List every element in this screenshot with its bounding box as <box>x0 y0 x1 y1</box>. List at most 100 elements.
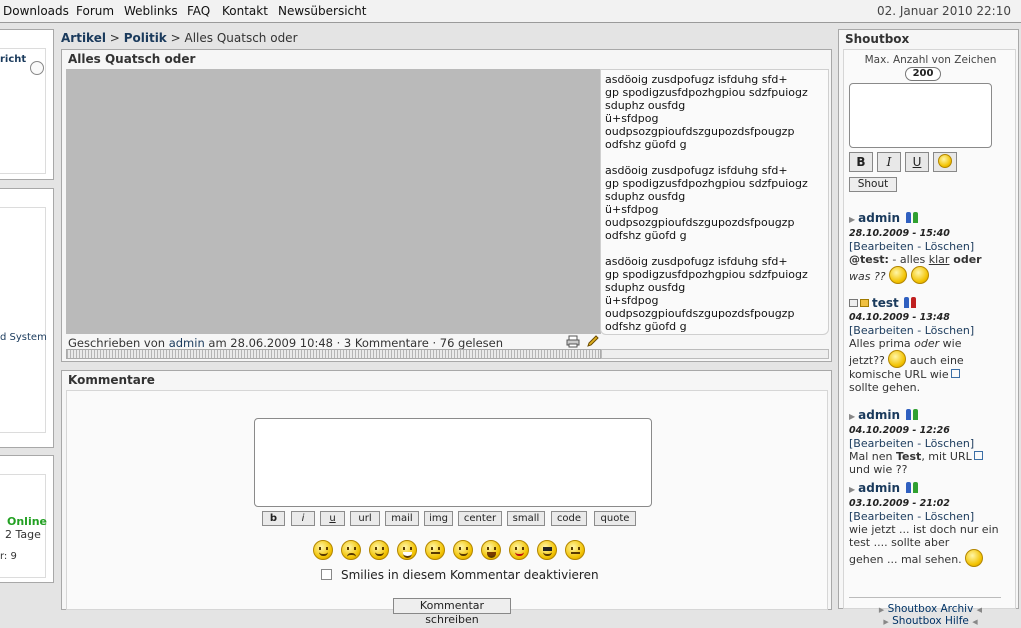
article-byline: Geschrieben von admin am 28.06.2009 10:4… <box>68 336 503 350</box>
bbcode-url-button[interactable]: url <box>350 511 380 526</box>
toggle-circle-button[interactable] <box>30 61 44 75</box>
shout-text-italic: was ?? <box>849 270 886 283</box>
smiley-wink-icon[interactable] <box>369 540 389 560</box>
shout-bold-button[interactable]: B <box>849 152 873 172</box>
shout-underline-button[interactable]: U <box>905 152 929 172</box>
shout-text: wie jetzt ... ist doch nur ein test ....… <box>849 523 999 549</box>
bbcode-mail-button[interactable]: mail <box>385 511 419 526</box>
comment-count[interactable]: · 3 Kommentare <box>337 336 429 350</box>
bbcode-img-button[interactable]: img <box>424 511 453 526</box>
user-male-icon <box>905 409 911 420</box>
shout-text-bold: oder <box>949 253 982 266</box>
shout-date: 28.10.2009 - 15:40 <box>849 228 950 239</box>
smiley-confused-icon[interactable] <box>425 540 445 560</box>
external-link-icon[interactable] <box>973 451 983 460</box>
submit-comment-button[interactable]: Kommentar schreiben <box>393 598 511 626</box>
bbcode-quote-button[interactable]: quote <box>594 511 636 526</box>
disable-smilies-checkbox[interactable] <box>321 569 332 580</box>
smiley-grin-icon[interactable] <box>397 540 417 560</box>
shout-edit-delete-links[interactable]: [Bearbeiten - Löschen] <box>849 324 974 337</box>
shout-text: Alles prima <box>849 337 915 350</box>
shout-textarea[interactable] <box>849 83 992 148</box>
shout-smiley-button[interactable] <box>933 152 957 172</box>
arrow-right-icon: ▶ <box>849 485 856 494</box>
shout-entry: ▶ admin 03.10.2009 - 21:02 [Bearbeiten - … <box>849 482 1013 567</box>
shout-user-link[interactable]: admin <box>858 408 900 422</box>
left-box-1-link[interactable]: richt <box>0 54 26 65</box>
external-link-icon[interactable] <box>950 369 960 378</box>
shout-user-link[interactable]: test <box>872 296 899 310</box>
print-icon[interactable] <box>566 335 580 348</box>
shout-edit-delete-links[interactable]: [Bearbeiten - Löschen] <box>849 240 974 253</box>
bbcode-underline-button[interactable]: u <box>320 511 345 526</box>
email-icon <box>849 299 858 307</box>
smile-smiley-icon <box>965 549 984 567</box>
article-footer-stripe <box>66 349 601 359</box>
shoutbox-help-link[interactable]: Shoutbox Hilfe <box>892 615 969 627</box>
shout-date: 03.10.2009 - 21:02 <box>849 498 950 509</box>
comment-form: b i u url mail img center small code quo… <box>66 390 828 626</box>
shoutbox-body: Max. Anzahl von Zeichen 200 B I U Shout … <box>843 49 1016 627</box>
nav-newsuebersicht[interactable]: Newsübersicht <box>278 0 366 22</box>
wink-smiley-icon <box>889 266 908 284</box>
bbcode-italic-button[interactable]: i <box>291 511 315 526</box>
shout-italic-button[interactable]: I <box>877 152 901 172</box>
cool-smiley-icon <box>910 266 929 284</box>
left-box-2-link[interactable]: d System <box>0 332 47 343</box>
comments-panel: Kommentare b i u url mail img center sma… <box>61 370 832 626</box>
shout-date: 04.10.2009 - 12:26 <box>849 425 950 436</box>
edit-pencil-icon[interactable] <box>586 335 600 348</box>
comments-title: Kommentare <box>68 373 155 387</box>
bbcode-center-button[interactable]: center <box>458 511 502 526</box>
shout-text: jetzt?? <box>849 354 885 367</box>
bbcode-bold-button[interactable]: b <box>262 511 285 526</box>
user-male-icon <box>904 297 910 308</box>
shout-entry: test 04.10.2009 - 13:48 [Bearbeiten - Lö… <box>849 297 1013 394</box>
shout-text: wie <box>939 337 962 350</box>
byline-prefix: Geschrieben von <box>68 336 166 350</box>
shoutbox-archive-link[interactable]: Shoutbox Archiv <box>888 603 974 615</box>
shout-user-link[interactable]: admin <box>858 481 900 495</box>
user-male-icon <box>905 212 911 223</box>
nav-kontakt[interactable]: Kontakt <box>222 0 268 22</box>
arrow-right-icon: ▶ <box>849 215 856 224</box>
arrow-left-icon: ◀ <box>972 618 978 626</box>
bbcode-code-button[interactable]: code <box>551 511 587 526</box>
smiley-tongue-icon[interactable] <box>509 540 529 560</box>
shout-edit-delete-links[interactable]: [Bearbeiten - Löschen] <box>849 510 974 523</box>
shout-text: Mal nen <box>849 450 896 463</box>
comment-textarea[interactable] <box>254 418 652 507</box>
shout-edit-delete-links[interactable]: [Bearbeiten - Löschen] <box>849 437 974 450</box>
arrow-right-icon: ▶ <box>883 618 889 626</box>
article-panel: Alles Quatsch oder asdöoig zusdpofugz is… <box>61 49 832 362</box>
user-male-icon <box>905 482 911 493</box>
shout-button[interactable]: Shout <box>849 177 897 192</box>
article-title: Alles Quatsch oder <box>68 52 196 66</box>
bbcode-small-button[interactable]: small <box>507 511 545 526</box>
nav-downloads[interactable]: Downloads <box>3 0 69 22</box>
byline-date: am 28.06.2009 10:48 <box>208 336 333 350</box>
shout-user-link[interactable]: admin <box>858 211 900 225</box>
shoutbox-divider <box>849 597 1001 598</box>
breadcrumb-politik[interactable]: Politik <box>124 31 167 45</box>
arrow-right-icon: ▶ <box>878 606 885 614</box>
breadcrumb-current: Alles Quatsch oder <box>184 31 298 45</box>
breadcrumb-separator: > <box>170 31 181 45</box>
nav-forum[interactable]: Forum <box>76 0 114 22</box>
breadcrumb-artikel[interactable]: Artikel <box>61 31 106 45</box>
author-link[interactable]: admin <box>169 336 205 350</box>
smiley-laugh-icon[interactable] <box>481 540 501 560</box>
smiley-sad-icon[interactable] <box>341 540 361 560</box>
nav-weblinks[interactable]: Weblinks <box>124 0 178 22</box>
smiley-smirk-icon[interactable] <box>453 540 473 560</box>
nav-faq[interactable]: FAQ <box>187 0 210 22</box>
online-status: Online <box>7 515 48 528</box>
article-footer-bar <box>601 349 829 359</box>
article-paragraph: asdöoig zusdpofugz isfduhg sfd+ gp spodi… <box>605 164 808 242</box>
smiley-smile-icon[interactable] <box>313 540 333 560</box>
smiley-cool-icon[interactable] <box>537 540 557 560</box>
disable-smilies-label: Smilies in diesem Kommentar deaktivieren <box>341 568 599 582</box>
smiley-neutral-icon[interactable] <box>565 540 585 560</box>
article-paragraph: asdöoig zusdpofugz isfduhg sfd+ gp spodi… <box>605 73 808 151</box>
left-box-1: richt <box>0 29 54 180</box>
